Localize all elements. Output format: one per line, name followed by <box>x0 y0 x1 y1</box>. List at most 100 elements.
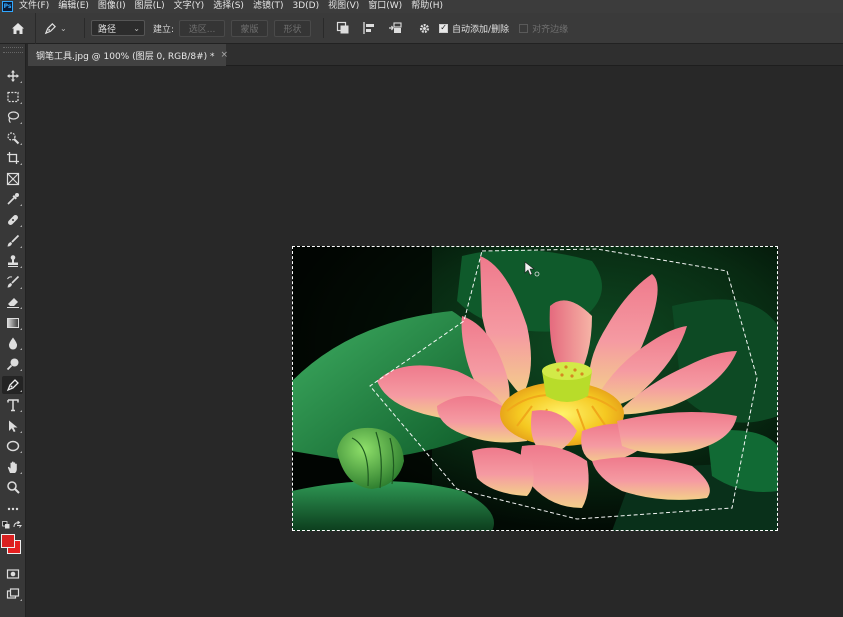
zoom-icon <box>6 481 20 494</box>
chevron-down-icon: ⌄ <box>133 23 140 33</box>
type-icon <box>6 399 19 412</box>
options-bar: ⌄ 路径 ⌄ 建立: 选区... 蒙版 形状 ✓ 自动添加/删除 对齐边缘 <box>0 12 843 44</box>
chevron-down-icon: ⌄ <box>60 23 67 33</box>
swap-colors-icon <box>13 520 22 528</box>
quick-mask-button[interactable] <box>2 565 23 583</box>
menu-image[interactable]: 图像(I) <box>98 0 126 13</box>
auto-add-delete-label: 自动添加/删除 <box>452 24 510 35</box>
quick-mask-icon <box>6 569 19 579</box>
make-label: 建立: <box>153 24 175 35</box>
quick-select-icon <box>6 132 19 145</box>
menu-file[interactable]: 文件(F) <box>19 0 49 13</box>
screen-mode-icon <box>6 588 19 599</box>
gear-icon <box>419 23 429 33</box>
quick-select-tool[interactable] <box>2 129 23 147</box>
lasso-tool[interactable] <box>2 108 23 126</box>
eraser-tool[interactable] <box>2 293 23 311</box>
menu-window[interactable]: 窗口(W) <box>368 0 402 13</box>
align-edges-label: 对齐边缘 <box>532 24 569 35</box>
menu-view[interactable]: 视图(V) <box>328 0 359 13</box>
menu-bar: Ps 文件(F) 编辑(E) 图像(I) 图层(L) 文字(Y) 选择(S) 滤… <box>0 0 843 13</box>
dodge-icon <box>6 358 18 371</box>
home-icon <box>11 22 24 34</box>
path-alignment-icon <box>363 22 375 34</box>
move-tool[interactable] <box>2 67 23 85</box>
foreground-color-swatch[interactable] <box>1 534 15 548</box>
history-brush-tool[interactable] <box>2 273 23 291</box>
history-brush-icon <box>6 275 19 288</box>
move-icon <box>6 70 19 82</box>
document-tab[interactable]: 钢笔工具.jpg @ 100% (图层 0, RGB/8#) * × <box>28 44 229 66</box>
path-arrangement-icon <box>389 22 402 33</box>
path-alignment-button[interactable] <box>359 18 379 38</box>
healing-icon <box>7 215 18 225</box>
menu-type[interactable]: 文字(Y) <box>174 0 205 13</box>
tool-preset-picker[interactable]: ⌄ <box>44 22 78 35</box>
dodge-tool[interactable] <box>2 355 23 373</box>
brush-icon <box>7 234 19 247</box>
more-icon <box>7 507 18 511</box>
marquee-tool[interactable] <box>2 88 23 106</box>
pen-icon <box>6 379 19 392</box>
menu-select[interactable]: 选择(S) <box>213 0 244 13</box>
type-tool[interactable] <box>2 396 23 414</box>
make-selection-button[interactable]: 选区... <box>179 19 226 37</box>
stamp-icon <box>7 255 18 267</box>
healing-brush-tool[interactable] <box>2 211 23 229</box>
frame-icon <box>6 172 19 186</box>
gradient-tool[interactable] <box>2 314 23 332</box>
menu-filter[interactable]: 滤镜(T) <box>253 0 284 13</box>
zoom-tool[interactable] <box>2 478 23 496</box>
make-shape-button[interactable]: 形状 <box>274 19 312 37</box>
crop-icon <box>6 152 19 164</box>
photoshop-logo: Ps <box>2 1 13 12</box>
eyedropper-tool[interactable] <box>2 190 23 208</box>
menu-3d[interactable]: 3D(D) <box>292 0 319 13</box>
tools-panel <box>0 44 26 617</box>
hand-icon <box>7 461 17 473</box>
document-tab-strip: 钢笔工具.jpg @ 100% (图层 0, RGB/8#) * × <box>28 44 843 66</box>
marquee-icon <box>6 91 19 103</box>
path-select-icon <box>8 420 17 432</box>
frame-tool[interactable] <box>2 170 23 188</box>
auto-add-delete-checkbox[interactable]: ✓ <box>439 23 449 33</box>
blur-icon <box>8 337 17 350</box>
document-tab-title: 钢笔工具.jpg @ 100% (图层 0, RGB/8#) * <box>36 51 215 62</box>
ellipse-icon <box>6 440 19 452</box>
clone-stamp-tool[interactable] <box>2 252 23 270</box>
align-edges-checkbox[interactable] <box>519 23 529 33</box>
menu-edit[interactable]: 编辑(E) <box>58 0 89 13</box>
brush-tool[interactable] <box>2 232 23 250</box>
edit-toolbar-button[interactable] <box>2 500 23 518</box>
pen-mode-select[interactable]: 路径 ⌄ <box>91 20 145 36</box>
canvas-area[interactable] <box>27 66 843 617</box>
path-arrangement-button[interactable] <box>385 18 405 38</box>
path-operations-button[interactable] <box>333 18 353 38</box>
pen-icon <box>44 22 56 34</box>
swap-colors-button[interactable] <box>13 520 22 529</box>
settings-button[interactable] <box>414 18 434 38</box>
default-colors-icon <box>2 521 10 529</box>
screen-mode-button[interactable] <box>2 585 23 603</box>
eyedropper-icon <box>6 193 19 205</box>
panel-grip[interactable] <box>3 47 23 53</box>
hand-tool[interactable] <box>2 458 23 476</box>
gradient-icon <box>6 318 19 328</box>
ellipse-tool[interactable] <box>2 437 23 455</box>
pen-mode-value: 路径 <box>98 24 117 35</box>
blur-tool[interactable] <box>2 334 23 352</box>
close-icon[interactable]: × <box>221 50 229 60</box>
default-colors-button[interactable] <box>2 521 10 529</box>
crop-tool[interactable] <box>2 149 23 167</box>
menu-layer[interactable]: 图层(L) <box>135 0 165 13</box>
pen-tool[interactable] <box>2 376 23 394</box>
document-canvas[interactable] <box>292 246 778 531</box>
path-operations-icon <box>336 21 349 34</box>
eraser-icon <box>6 298 19 308</box>
menu-help[interactable]: 帮助(H) <box>411 0 443 13</box>
lasso-icon <box>7 111 19 123</box>
home-button[interactable] <box>0 12 36 44</box>
path-selection-tool[interactable] <box>2 417 23 435</box>
make-mask-button[interactable]: 蒙版 <box>231 19 269 37</box>
lotus-photo <box>292 246 778 531</box>
